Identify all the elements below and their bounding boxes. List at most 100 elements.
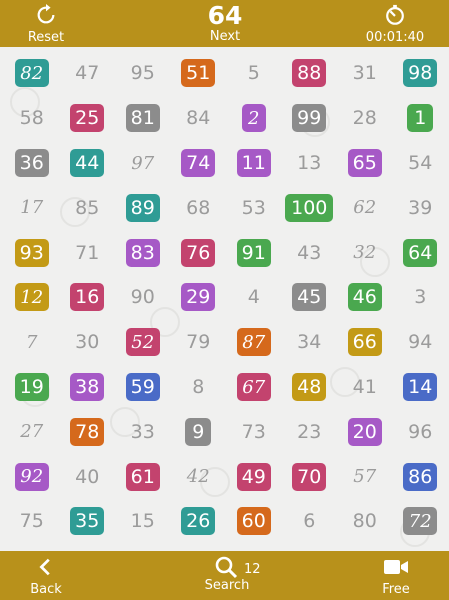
number-cell[interactable]: 89: [125, 193, 160, 222]
number-cell[interactable]: 16: [70, 283, 105, 312]
number-cell[interactable]: 94: [398, 327, 442, 357]
number-cell[interactable]: 61: [125, 462, 160, 491]
number-cell[interactable]: 75: [10, 506, 54, 536]
number-cell[interactable]: 33: [121, 417, 165, 447]
number-cell[interactable]: 43: [287, 238, 331, 268]
number-cell[interactable]: 90: [121, 282, 165, 312]
number-cell[interactable]: 27: [10, 417, 54, 447]
number-cell[interactable]: 7: [10, 327, 54, 357]
number-cell[interactable]: 31: [343, 58, 387, 88]
number-cell[interactable]: 35: [70, 507, 105, 536]
number-cell[interactable]: 65: [347, 149, 382, 177]
back-button[interactable]: Back: [22, 556, 70, 597]
number-cell[interactable]: 36: [14, 149, 49, 177]
reset-button[interactable]: Reset: [18, 4, 74, 45]
number-cell[interactable]: 58: [10, 103, 54, 133]
number-cell[interactable]: 85: [65, 193, 109, 223]
number-cell[interactable]: 86: [403, 462, 438, 491]
number-cell[interactable]: 48: [292, 373, 327, 401]
number-cell[interactable]: 2: [241, 104, 266, 133]
number-cell[interactable]: 4: [232, 282, 276, 312]
number-cell[interactable]: 32: [343, 238, 387, 268]
number-cell[interactable]: 45: [292, 283, 327, 312]
number-cell[interactable]: 34: [287, 327, 331, 357]
stopwatch-icon: [386, 4, 404, 25]
number-cell[interactable]: 38: [70, 373, 105, 401]
number-cell[interactable]: 39: [398, 193, 442, 223]
number-cell[interactable]: 1: [407, 104, 434, 133]
number-cell[interactable]: 74: [181, 149, 216, 177]
number-cell[interactable]: 28: [343, 103, 387, 133]
number-cell[interactable]: 92: [14, 462, 49, 491]
number-cell[interactable]: 73: [232, 417, 276, 447]
number-cell[interactable]: 15: [121, 506, 165, 536]
reset-label: Reset: [27, 30, 65, 45]
number-cell[interactable]: 14: [403, 373, 438, 401]
number-cell[interactable]: 62: [343, 193, 387, 223]
number-cell[interactable]: 84: [176, 103, 220, 133]
number-cell[interactable]: 13: [287, 148, 331, 178]
number-cell[interactable]: 19: [14, 373, 49, 401]
number-cell[interactable]: 60: [236, 507, 271, 536]
number-cell[interactable]: 70: [292, 462, 327, 491]
number-cell[interactable]: 23: [287, 417, 331, 447]
number-cell[interactable]: 88: [292, 59, 327, 88]
number-cell[interactable]: 3: [398, 282, 442, 312]
number-cell[interactable]: 11: [236, 149, 271, 177]
number-cell[interactable]: 17: [10, 193, 54, 223]
number-cell[interactable]: 82: [14, 59, 49, 88]
number-cell[interactable]: 72: [403, 507, 438, 536]
number-cell[interactable]: 49: [236, 462, 271, 491]
number-cell[interactable]: 51: [181, 59, 216, 88]
chevron-left-icon: [39, 558, 50, 576]
number-cell[interactable]: 87: [236, 328, 271, 357]
number-cell[interactable]: 41: [343, 372, 387, 402]
number-cell[interactable]: 25: [70, 104, 105, 133]
number-cell[interactable]: 12: [14, 283, 49, 312]
number-cell[interactable]: 93: [14, 238, 49, 267]
number-cell[interactable]: 78: [70, 417, 105, 446]
number-cell[interactable]: 44: [70, 149, 105, 177]
number-cell[interactable]: 53: [232, 193, 276, 223]
number-cell[interactable]: 46: [347, 283, 382, 312]
number-cell[interactable]: 97: [121, 148, 165, 178]
next-number-display: 64 Next: [190, 2, 260, 44]
number-cell[interactable]: 64: [403, 238, 438, 267]
video-camera-icon: [384, 560, 408, 574]
number-cell[interactable]: 83: [125, 238, 160, 267]
number-cell[interactable]: 98: [403, 59, 438, 88]
number-cell[interactable]: 100: [285, 193, 334, 222]
number-cell[interactable]: 20: [347, 417, 382, 446]
number-cell[interactable]: 66: [347, 328, 382, 357]
number-cell[interactable]: 54: [398, 148, 442, 178]
number-cell[interactable]: 42: [176, 462, 220, 492]
number-cell[interactable]: 52: [125, 328, 160, 357]
number-cell[interactable]: 9: [185, 417, 212, 446]
number-cell[interactable]: 79: [176, 327, 220, 357]
timer-value: 00:01:40: [365, 30, 425, 45]
number-cell[interactable]: 47: [65, 58, 109, 88]
number-cell[interactable]: 30: [65, 327, 109, 357]
number-cell[interactable]: 81: [125, 104, 160, 133]
number-cell[interactable]: 91: [236, 238, 271, 267]
number-cell[interactable]: 95: [121, 58, 165, 88]
number-cell[interactable]: 29: [181, 283, 216, 312]
number-cell[interactable]: 40: [65, 462, 109, 492]
number-cell[interactable]: 67: [236, 373, 271, 401]
number-cell[interactable]: 96: [398, 417, 442, 447]
number-cell[interactable]: 6: [287, 506, 331, 536]
number-cell[interactable]: 68: [176, 193, 220, 223]
number-cell[interactable]: 57: [343, 462, 387, 492]
number-cell[interactable]: 26: [181, 507, 216, 536]
number-cell[interactable]: 71: [65, 238, 109, 268]
number-cell[interactable]: 5: [232, 58, 276, 88]
number-cell[interactable]: 80: [343, 506, 387, 536]
free-button[interactable]: Free: [368, 556, 424, 597]
number-cell[interactable]: 76: [181, 238, 216, 267]
number-cell[interactable]: 59: [125, 373, 160, 401]
timer: 00:01:40: [360, 4, 430, 45]
next-number: 64: [207, 1, 243, 30]
number-cell[interactable]: 99: [292, 104, 327, 133]
search-button[interactable]: 12 Search: [192, 556, 262, 593]
number-cell[interactable]: 8: [176, 372, 220, 402]
